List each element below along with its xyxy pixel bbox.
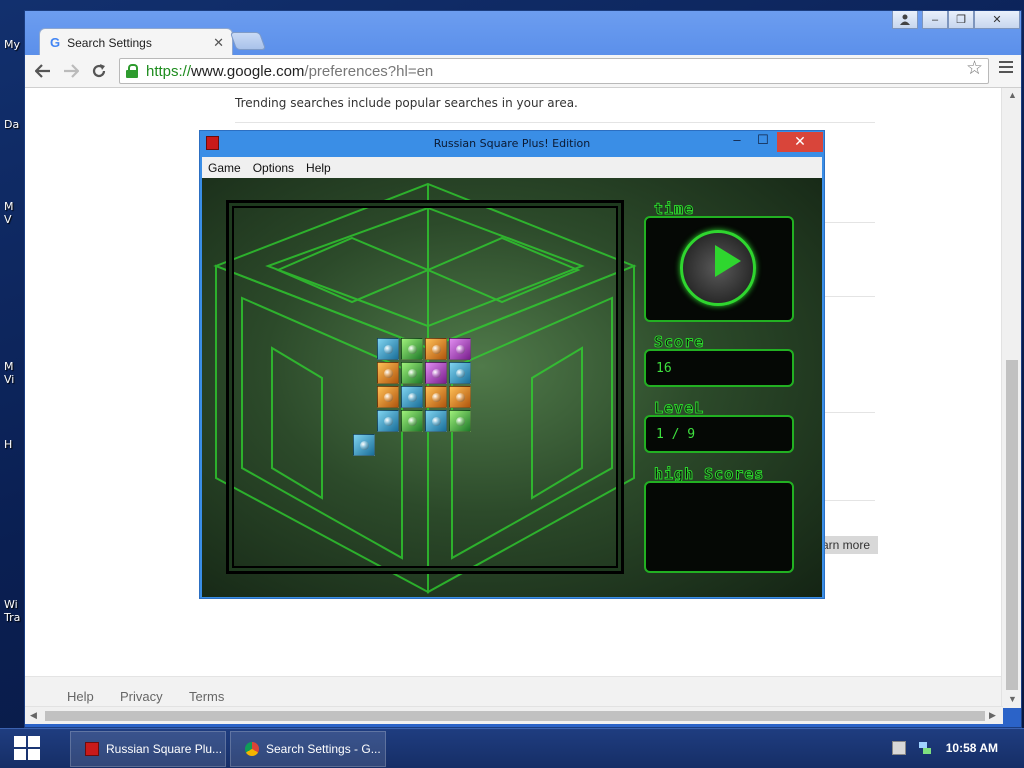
minimize-button[interactable]: – bbox=[922, 11, 948, 29]
desktop-icon-label[interactable]: M Vi bbox=[4, 360, 14, 386]
taskbar-item-search-settings[interactable]: Search Settings - G... bbox=[230, 731, 386, 767]
restore-button[interactable]: ❐ bbox=[948, 11, 974, 29]
tab-search-settings[interactable]: G Search Settings ✕ bbox=[39, 28, 233, 56]
block-blue bbox=[377, 410, 399, 432]
vertical-scrollbar[interactable]: ▲ ▼ bbox=[1001, 88, 1021, 708]
desktop-icon-label[interactable]: M V bbox=[4, 200, 14, 226]
block-green bbox=[449, 410, 471, 432]
block-green bbox=[401, 338, 423, 360]
block-purple bbox=[425, 362, 447, 384]
chrome-icon bbox=[245, 742, 259, 756]
new-tab-button[interactable] bbox=[229, 32, 267, 50]
block-green bbox=[401, 362, 423, 384]
browser-toolbar: https://www.google.com/preferences?hl=en… bbox=[25, 55, 1021, 88]
menu-help[interactable]: Help bbox=[306, 161, 331, 175]
game-minimize-button[interactable]: – bbox=[724, 132, 750, 152]
address-bar[interactable]: https://www.google.com/preferences?hl=en bbox=[119, 58, 989, 84]
game-menubar: Game Options Help bbox=[202, 157, 822, 178]
menu-icon[interactable] bbox=[999, 61, 1013, 75]
horizontal-scroll-thumb[interactable] bbox=[45, 711, 985, 721]
scroll-left-icon[interactable]: ◀ bbox=[30, 710, 37, 721]
desktop-icon-label[interactable]: Da bbox=[4, 118, 19, 131]
taskbar-item-russian-square[interactable]: Russian Square Plu... bbox=[70, 731, 226, 767]
google-favicon-icon: G bbox=[50, 35, 61, 50]
timer-clock-icon bbox=[680, 230, 756, 306]
desktop-icon-label[interactable]: My bbox=[4, 38, 20, 51]
desktop-icon-label[interactable]: Wi Tra bbox=[4, 598, 20, 624]
url-scheme: https:// bbox=[146, 62, 192, 80]
keyboard-icon[interactable] bbox=[892, 741, 906, 755]
footer-terms-link[interactable]: Terms bbox=[189, 689, 224, 704]
level-panel: 1 / 9 bbox=[644, 415, 794, 453]
footer-help-link[interactable]: Help bbox=[67, 689, 94, 704]
high-scores-panel bbox=[644, 481, 794, 573]
scroll-up-icon[interactable]: ▲ bbox=[1008, 90, 1017, 100]
system-clock[interactable]: 10:58 AM bbox=[946, 741, 998, 755]
desktop-icon-label[interactable]: H bbox=[4, 438, 12, 451]
back-arrow-icon[interactable] bbox=[31, 59, 55, 83]
network-icon[interactable] bbox=[918, 741, 932, 755]
trending-searches-text: Trending searches include popular search… bbox=[235, 96, 578, 110]
forward-arrow-icon[interactable] bbox=[59, 59, 83, 83]
level-value: 1 / 9 bbox=[656, 427, 696, 442]
horizontal-scrollbar[interactable]: ◀ ▶ bbox=[25, 706, 1003, 724]
block-blue bbox=[425, 410, 447, 432]
divider bbox=[235, 122, 875, 123]
lock-icon bbox=[126, 64, 138, 78]
taskbar-item-label: Search Settings - G... bbox=[266, 742, 381, 756]
bookmark-star-icon[interactable]: ☆ bbox=[966, 57, 983, 80]
block-orange bbox=[377, 362, 399, 384]
scroll-down-icon[interactable]: ▼ bbox=[1008, 694, 1017, 704]
menu-game[interactable]: Game bbox=[208, 161, 241, 175]
game-window: Russian Square Plus! Edition – ☐ ✕ Game … bbox=[199, 130, 825, 599]
block-orange bbox=[377, 386, 399, 408]
close-button[interactable]: ✕ bbox=[974, 11, 1020, 29]
menu-options[interactable]: Options bbox=[253, 161, 294, 175]
block-orange bbox=[449, 386, 471, 408]
falling-block-blue bbox=[353, 434, 375, 456]
game-close-button[interactable]: ✕ bbox=[777, 132, 823, 152]
block-blue bbox=[377, 338, 399, 360]
red-cube-icon bbox=[85, 742, 99, 756]
game-maximize-button[interactable]: ☐ bbox=[750, 132, 776, 152]
taskbar: Russian Square Plu... Search Settings - … bbox=[0, 728, 1024, 768]
taskbar-item-label: Russian Square Plu... bbox=[106, 742, 223, 756]
block-blue bbox=[449, 362, 471, 384]
windows-start-button[interactable] bbox=[14, 736, 42, 762]
time-panel bbox=[644, 216, 794, 322]
block-blue bbox=[401, 386, 423, 408]
block-green bbox=[401, 410, 423, 432]
url-host: www.google.com bbox=[191, 62, 305, 80]
footer-privacy-link[interactable]: Privacy bbox=[120, 689, 163, 704]
block-orange bbox=[425, 386, 447, 408]
score-panel: 16 bbox=[644, 349, 794, 387]
tab-title: Search Settings bbox=[67, 35, 152, 50]
block-purple bbox=[449, 338, 471, 360]
vertical-scroll-thumb[interactable] bbox=[1006, 360, 1018, 690]
tab-close-icon[interactable]: ✕ bbox=[213, 35, 224, 51]
user-icon[interactable] bbox=[892, 11, 918, 29]
game-titlebar[interactable]: Russian Square Plus! Edition – ☐ ✕ bbox=[200, 131, 824, 157]
block-orange bbox=[425, 338, 447, 360]
score-value: 16 bbox=[656, 361, 672, 376]
scroll-right-icon[interactable]: ▶ bbox=[989, 710, 996, 721]
game-play-area: time Score 16 LeveL 1 / 9 high Scores bbox=[202, 178, 822, 597]
reload-icon[interactable] bbox=[87, 59, 111, 83]
learn-more-button[interactable]: arn more bbox=[820, 536, 878, 554]
page-footer: Help Privacy Terms bbox=[25, 676, 1003, 708]
url-path: /preferences?hl=en bbox=[304, 62, 434, 80]
